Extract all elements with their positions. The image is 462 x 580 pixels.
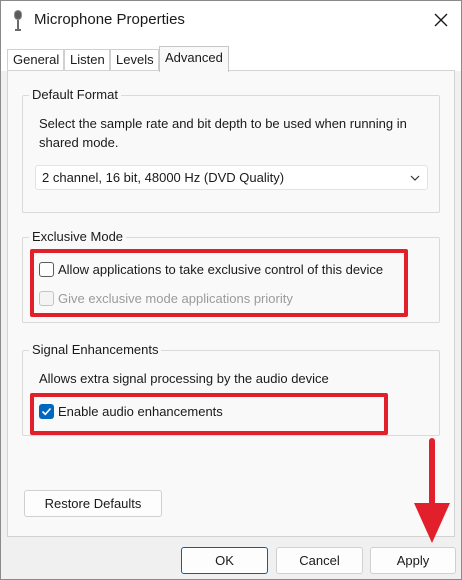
exclusive-priority-label: Give exclusive mode applications priorit… [58,291,293,306]
default-format-description: Select the sample rate and bit depth to … [39,116,407,150]
red-arrow-icon [414,438,450,543]
signal-enhancements-description: Allows extra signal processing by the au… [39,371,329,386]
tab-strip: General Listen Levels Advanced [1,39,461,72]
microphone-icon [14,10,22,31]
enable-enhancements-label: Enable audio enhancements [58,404,223,419]
default-format-label: Default Format [29,87,121,102]
checkmark-icon [41,407,52,416]
sample-rate-dropdown[interactable]: 2 channel, 16 bit, 48000 Hz (DVD Quality… [35,165,428,190]
sample-rate-selected-value: 2 channel, 16 bit, 48000 Hz (DVD Quality… [42,170,285,185]
restore-defaults-button[interactable]: Restore Defaults [24,490,162,517]
window-title: Microphone Properties [34,11,185,28]
enable-enhancements-checkbox-box[interactable] [39,404,54,419]
exclusive-priority-checkbox: Give exclusive mode applications priorit… [39,289,319,309]
apply-button[interactable]: Apply [370,547,456,574]
tab-advanced[interactable]: Advanced [159,46,229,72]
ok-button[interactable]: OK [181,547,268,574]
allow-exclusive-checkbox-box[interactable] [39,262,54,277]
chevron-down-icon [410,175,420,181]
enable-audio-enhancements-checkbox[interactable]: Enable audio enhancements [39,402,259,422]
allow-exclusive-control-checkbox[interactable]: Allow applications to take exclusive con… [39,260,399,280]
exclusive-priority-checkbox-box [39,291,54,306]
microphone-properties-dialog: Microphone Properties General Listen Lev… [0,0,462,580]
signal-enhancements-group: Signal Enhancements [22,342,440,436]
exclusive-mode-group: Exclusive Mode [22,229,440,323]
title-bar[interactable]: Microphone Properties [1,1,461,39]
signal-enhancements-label: Signal Enhancements [29,342,162,357]
exclusive-mode-label: Exclusive Mode [29,229,127,244]
allow-exclusive-label: Allow applications to take exclusive con… [58,262,384,277]
close-icon[interactable] [429,8,453,32]
cancel-button[interactable]: Cancel [276,547,363,574]
tab-general[interactable]: General [7,49,64,71]
tab-levels[interactable]: Levels [110,49,159,71]
default-format-group: Default Format [22,87,440,213]
tab-listen[interactable]: Listen [64,49,110,71]
